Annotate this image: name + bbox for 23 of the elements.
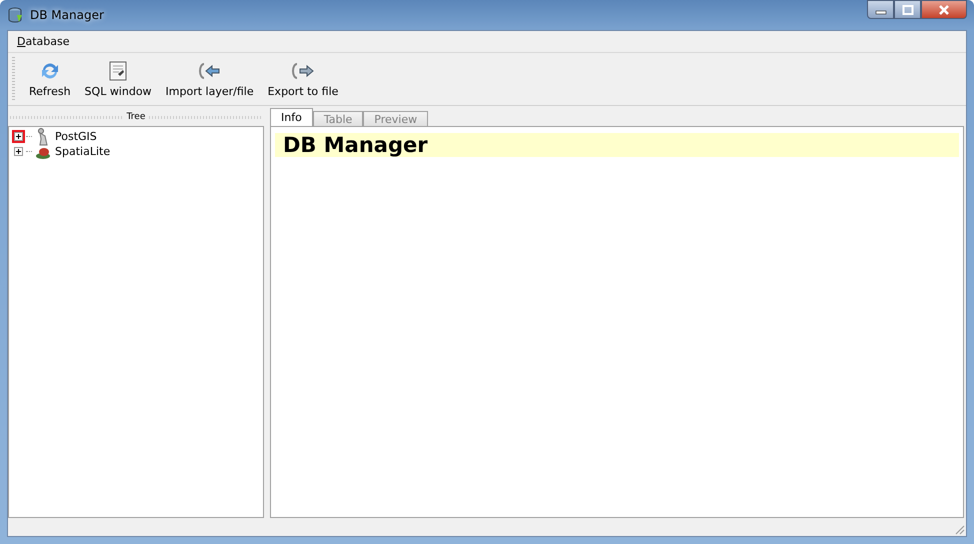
- window-title: DB Manager: [30, 8, 104, 22]
- arrow-left-icon: [198, 60, 222, 82]
- toolbar-button[interactable]: Import layer/file: [160, 56, 260, 102]
- expand-icon[interactable]: [12, 145, 25, 158]
- minimize-button[interactable]: [867, 0, 894, 19]
- toolbar-button[interactable]: Refresh: [23, 56, 77, 102]
- tab[interactable]: Info: [270, 108, 313, 126]
- close-icon: [937, 4, 951, 14]
- toolbar-button[interactable]: SQL window: [78, 56, 158, 102]
- document-icon: [107, 60, 130, 82]
- maximize-icon: [902, 4, 914, 14]
- maximize-button[interactable]: [894, 0, 921, 19]
- dock-title: Tree: [126, 112, 146, 122]
- toolbar-button[interactable]: Export to file: [262, 56, 344, 102]
- expand-icon[interactable]: [12, 130, 25, 143]
- resize-grip-icon[interactable]: [953, 523, 965, 535]
- close-button[interactable]: [921, 0, 967, 19]
- arrow-right-icon: [291, 60, 315, 82]
- menu-item[interactable]: Database: [12, 33, 75, 50]
- tree-item[interactable]: PostGIS: [55, 130, 97, 143]
- info-heading: DB Manager: [275, 133, 959, 157]
- tree-item[interactable]: SpatiaLite: [55, 145, 110, 158]
- database-icon: [8, 7, 24, 23]
